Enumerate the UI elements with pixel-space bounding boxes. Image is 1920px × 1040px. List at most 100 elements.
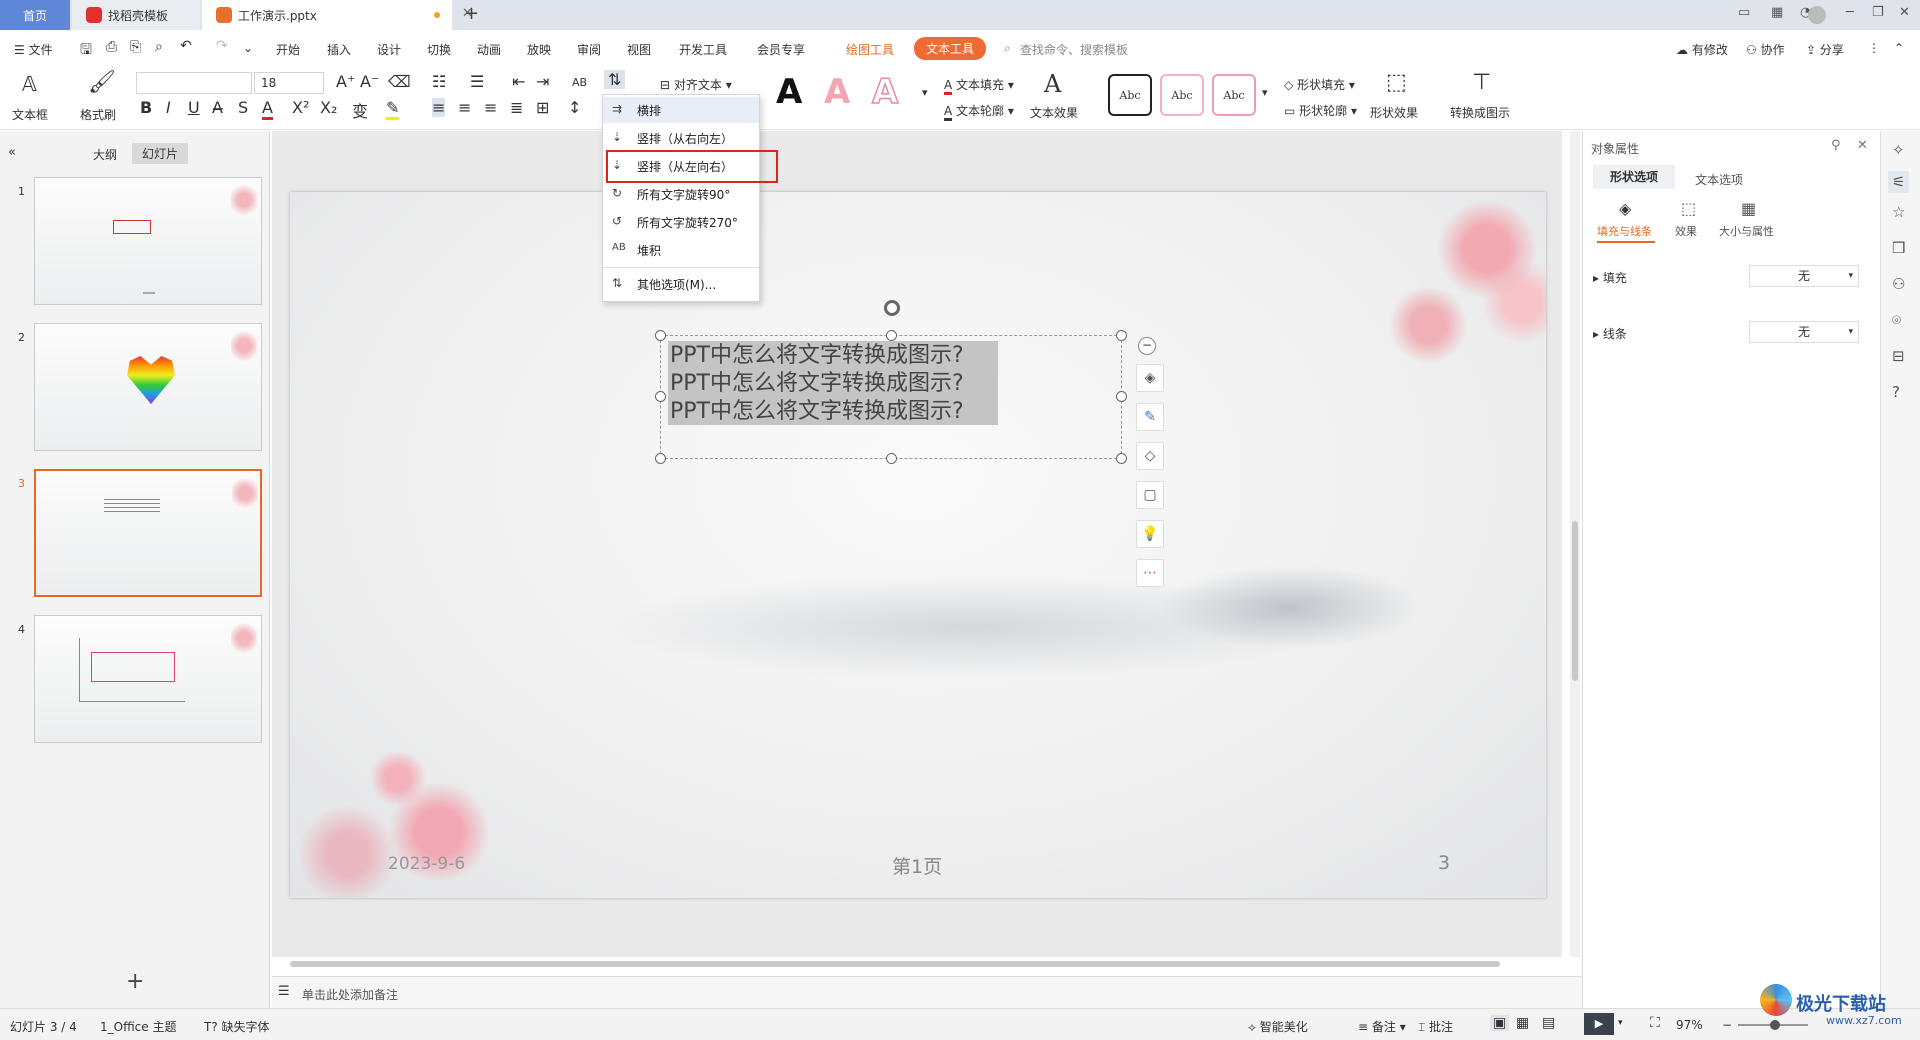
rotate-handle-icon[interactable]	[884, 300, 900, 316]
design-icon[interactable]: ✧	[1892, 141, 1905, 159]
grow-font-icon[interactable]: A⁺	[336, 72, 355, 91]
decrease-indent-icon[interactable]: ⇤	[512, 72, 525, 91]
undo-icon[interactable]: ↶	[180, 38, 192, 54]
slide-page-label[interactable]: 第1页	[892, 852, 942, 879]
text-fill-button[interactable]: A 文本填充 ▾	[944, 76, 1014, 95]
shape-effect-button[interactable]: 形状效果	[1370, 104, 1418, 121]
clear-format-icon[interactable]: ⌫	[388, 72, 411, 91]
font-color-icon[interactable]: A	[262, 98, 273, 120]
slide-thumbnail-1[interactable]	[34, 177, 262, 305]
text-style-pink[interactable]: A	[824, 72, 850, 112]
fill-line-icon[interactable]: ◈	[1619, 199, 1631, 218]
resize-handle-s[interactable]	[886, 453, 897, 464]
file-menu[interactable]: ☰ 文件	[14, 41, 53, 58]
share-button[interactable]: ⇪ 分享	[1806, 41, 1844, 58]
quick-access-chevron-icon[interactable]: ⌄	[243, 41, 253, 55]
highlight-icon[interactable]: ✎	[386, 98, 400, 120]
normal-view-icon[interactable]: ▣	[1490, 1015, 1510, 1031]
notes-toggle-button[interactable]: ≡ 备注 ▾	[1358, 1018, 1406, 1035]
play-button[interactable]: ▶	[1584, 1013, 1614, 1035]
fit-window-icon[interactable]: ⛶	[1650, 1015, 1660, 1031]
notes-bar[interactable]: ☰ 单击此处添加备注	[272, 976, 1582, 1008]
convert-diagram-button[interactable]: 转换成图示	[1450, 104, 1510, 121]
slides-tab[interactable]: 幻灯片	[132, 143, 189, 164]
effect-icon[interactable]: ⬚	[1681, 199, 1696, 218]
fill-icon[interactable]: ◇	[1136, 442, 1164, 470]
text-direction-icon[interactable]: ⇅	[604, 70, 626, 89]
slide-text-line-2[interactable]: PPT中怎么将文字转换成图示?	[670, 370, 964, 398]
resize-handle-w[interactable]	[655, 391, 666, 402]
resize-handle-n[interactable]	[886, 330, 897, 341]
export-pdf-icon[interactable]: ⎙	[106, 39, 117, 55]
sub-tab-effect[interactable]: 效果	[1675, 223, 1697, 239]
panel-title[interactable]: 对象属性	[1591, 140, 1639, 157]
theme-name[interactable]: 1_Office 主题	[100, 1018, 176, 1035]
slide-page-number[interactable]: 3	[1438, 852, 1450, 874]
shape-fill-button[interactable]: ◇ 形状填充 ▾	[1284, 76, 1355, 93]
text-style-outline[interactable]: A	[871, 71, 899, 113]
menu-review[interactable]: 审阅	[577, 41, 601, 58]
menu-animation[interactable]: 动画	[477, 41, 501, 58]
slide-canvas[interactable]: PPT中怎么将文字转换成图示? PPT中怎么将文字转换成图示? PPT中怎么将文…	[290, 192, 1546, 898]
line-spacing-icon[interactable]: ↕	[568, 98, 581, 117]
zoom-slider-knob[interactable]	[1770, 1020, 1780, 1030]
modified-button[interactable]: ☁ 有修改	[1676, 41, 1728, 58]
pin-icon[interactable]: ⚲	[1831, 138, 1841, 153]
dropdown-item-stacked[interactable]: AB 堆积	[603, 237, 759, 263]
ai-icon[interactable]: ⚇	[1892, 275, 1905, 293]
subscript-icon[interactable]: X₂	[320, 98, 337, 117]
italic-icon[interactable]: I	[166, 98, 171, 117]
sub-tab-fill-line[interactable]: 填充与线条	[1597, 223, 1652, 239]
transition-icon[interactable]: ❒	[1892, 239, 1905, 257]
shape-style-more-icon[interactable]: ▾	[1262, 86, 1268, 99]
numbering-icon[interactable]: ☰	[470, 72, 484, 91]
align-left-icon[interactable]: ≡	[432, 98, 446, 117]
font-size-select[interactable]: 18	[254, 72, 324, 94]
bold-icon[interactable]: B	[140, 98, 152, 117]
collapse-panel-icon[interactable]: «	[8, 145, 16, 160]
close-panel-icon[interactable]: ✕	[1857, 138, 1868, 153]
new-tab-button[interactable]: +	[464, 3, 479, 24]
collapse-tools-icon[interactable]: −	[1138, 337, 1156, 355]
shape-outline-button[interactable]: ▭ 形状轮廓 ▾	[1284, 102, 1357, 119]
line-select[interactable]: 无 ▾	[1749, 321, 1859, 343]
outline-tab[interactable]: 大纲	[93, 146, 117, 163]
resize-handle-ne[interactable]	[1116, 330, 1127, 341]
scrollbar-thumb[interactable]	[1572, 521, 1578, 681]
menu-drawing-tools[interactable]: 绘图工具	[846, 41, 894, 58]
dropdown-item-rotate-90[interactable]: ↻ 所有文字旋转90°	[603, 181, 759, 207]
textbox-icon[interactable]: 𝔸	[22, 72, 37, 96]
animation-icon[interactable]: ☆	[1892, 203, 1905, 221]
align-text-button[interactable]: ⊟ 对齐文本 ▾	[660, 76, 732, 93]
shape-effect-icon[interactable]: ⬚	[1386, 70, 1407, 95]
more-icon[interactable]: ⋮	[1868, 41, 1880, 55]
comments-button[interactable]: ⌶ 批注	[1418, 1018, 1453, 1035]
underline-icon[interactable]: U	[188, 98, 200, 117]
properties-icon[interactable]: ⚟	[1888, 171, 1910, 193]
fill-select[interactable]: 无 ▾	[1749, 265, 1859, 287]
menu-member[interactable]: 会员专享	[757, 41, 805, 58]
command-search-input[interactable]: 查找命令、搜索模板	[1020, 41, 1128, 58]
menu-view[interactable]: 视图	[627, 41, 651, 58]
resize-handle-sw[interactable]	[655, 453, 666, 464]
layout-icon[interactable]: ▭	[1738, 5, 1750, 20]
slide-thumbnail-2[interactable]	[34, 323, 262, 451]
increase-indent-icon[interactable]: ⇥	[536, 72, 549, 91]
sorter-view-icon[interactable]: ▦	[1516, 1015, 1529, 1031]
missing-font-button[interactable]: T? 缺失字体	[204, 1018, 270, 1035]
phonetic-icon[interactable]: 变	[352, 98, 368, 122]
menu-insert[interactable]: 插入	[327, 41, 351, 58]
book-icon[interactable]: ⊟	[1892, 347, 1905, 365]
home-tab[interactable]: 首页	[0, 0, 70, 30]
distribute-icon[interactable]: ⊞	[536, 98, 549, 117]
size-icon[interactable]: ▦	[1741, 199, 1756, 218]
print-icon[interactable]: ⎘	[130, 39, 141, 55]
close-window-icon[interactable]: ✕	[1899, 5, 1910, 20]
shape-style-rose[interactable]: Abc	[1212, 74, 1256, 116]
redo-icon[interactable]: ↷	[216, 38, 228, 54]
save-icon[interactable]: 🖫	[80, 39, 92, 63]
dropdown-item-vertical-rtl[interactable]: ⇣ 竖排（从右向左）	[603, 125, 759, 151]
resize-handle-e[interactable]	[1116, 391, 1127, 402]
zoom-out-icon[interactable]: −	[1722, 1018, 1732, 1032]
reading-view-icon[interactable]: ▤	[1542, 1015, 1555, 1031]
